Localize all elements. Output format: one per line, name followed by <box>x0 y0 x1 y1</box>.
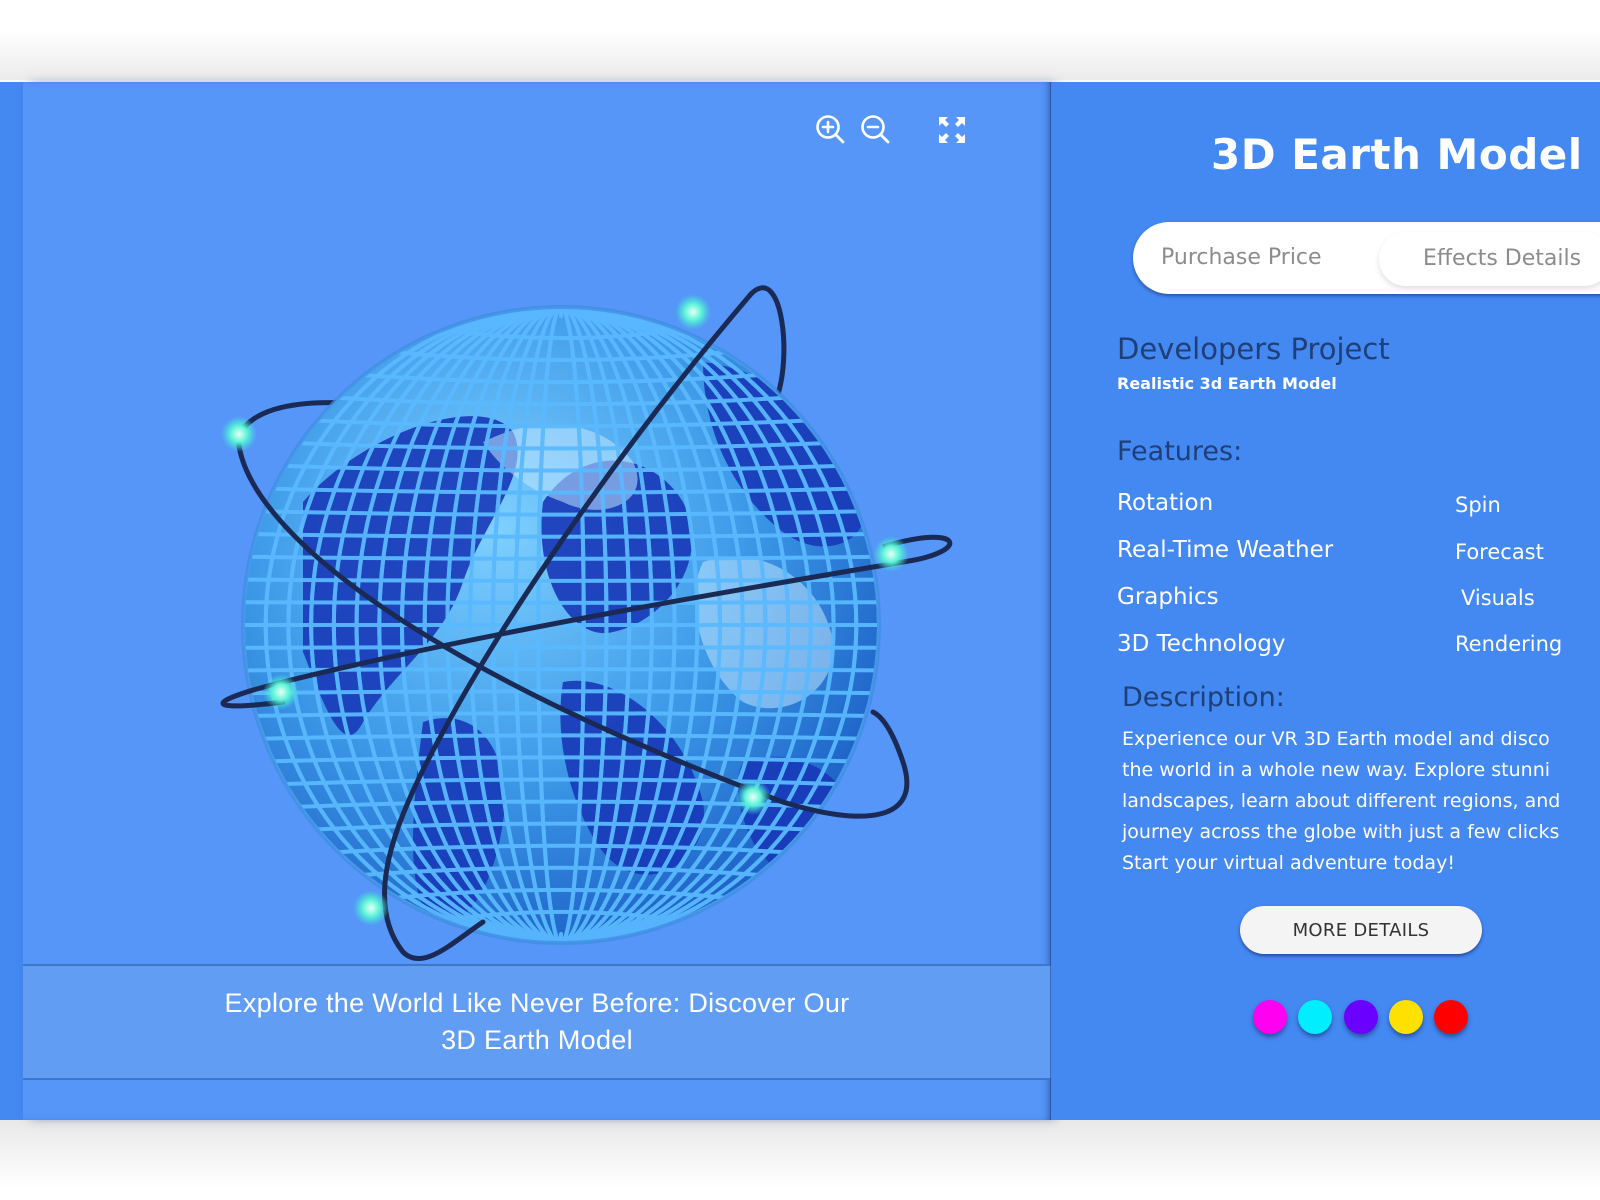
page-background-bottom <box>0 1118 1600 1200</box>
description-line: landscapes, learn about different region… <box>1122 790 1561 812</box>
more-details-button[interactable]: MORE DETAILS <box>1240 906 1482 954</box>
latitude-line <box>243 645 879 650</box>
project-heading: Developers Project <box>1117 332 1390 366</box>
latitude-line <box>250 554 872 561</box>
caption-banner: Explore the World Like Never Before: Dis… <box>23 964 1051 1080</box>
features-heading: Features: <box>1117 436 1243 467</box>
description-line: Experience our VR 3D Earth model and dis… <box>1122 728 1550 750</box>
color-swatch-red[interactable] <box>1434 1000 1468 1034</box>
caption-text: Explore the World Like Never Before: Dis… <box>177 985 897 1059</box>
product-page: Explore the World Like Never Before: Dis… <box>0 80 1600 1120</box>
product-title: 3D Earth Model <box>1211 130 1583 179</box>
description-heading: Description: <box>1122 682 1285 713</box>
description-line: journey across the globe with just a few… <box>1122 821 1560 843</box>
tab-bar: Purchase Price Effects Details <box>1133 222 1600 294</box>
left-edge-strip <box>0 82 23 1120</box>
feature-name: 3D Technology <box>1117 631 1286 657</box>
description-line: the world in a whole new way. Explore st… <box>1122 759 1551 781</box>
description-text: Experience our VR 3D Earth model and dis… <box>1122 724 1600 879</box>
project-subtitle: Realistic 3d Earth Model <box>1117 374 1337 393</box>
globe-illustration <box>220 285 953 961</box>
color-swatch-yellow[interactable] <box>1389 1000 1423 1034</box>
tab-purchase-price[interactable]: Purchase Price <box>1161 222 1322 294</box>
model-viewer: Explore the World Like Never Before: Dis… <box>23 82 1053 1120</box>
zoom-in-button[interactable] <box>813 112 849 148</box>
globe-image[interactable] <box>183 202 963 982</box>
zoom-out-button[interactable] <box>858 112 894 148</box>
latitude-line <box>243 600 879 605</box>
fullscreen-icon <box>939 117 965 143</box>
feature-value: Visuals <box>1461 586 1535 610</box>
description-line: Start your virtual adventure today! <box>1122 852 1455 874</box>
feature-name: Real-Time Weather <box>1117 537 1334 563</box>
feature-name: Rotation <box>1117 490 1214 516</box>
color-swatch-violet[interactable] <box>1344 1000 1378 1034</box>
fullscreen-button[interactable] <box>934 112 970 148</box>
feature-name: Graphics <box>1117 584 1219 610</box>
feature-value: Rendering <box>1455 632 1563 656</box>
zoom-in-icon <box>816 115 845 144</box>
caption-line-2: 3D Earth Model <box>441 1025 633 1055</box>
viewer-toolbar <box>23 112 1051 152</box>
color-swatch-magenta[interactable] <box>1253 1000 1287 1034</box>
tab-effects-details[interactable]: Effects Details <box>1379 232 1600 286</box>
feature-value: Forecast <box>1455 540 1544 564</box>
details-panel: 3D Earth Model Purchase Price Effects De… <box>1051 82 1600 1120</box>
latitude-line <box>250 689 872 696</box>
feature-value: Spin <box>1455 493 1501 517</box>
caption-line-1: Explore the World Like Never Before: Dis… <box>224 988 850 1018</box>
color-swatch-cyan[interactable] <box>1298 1000 1332 1034</box>
zoom-out-icon <box>861 115 890 144</box>
